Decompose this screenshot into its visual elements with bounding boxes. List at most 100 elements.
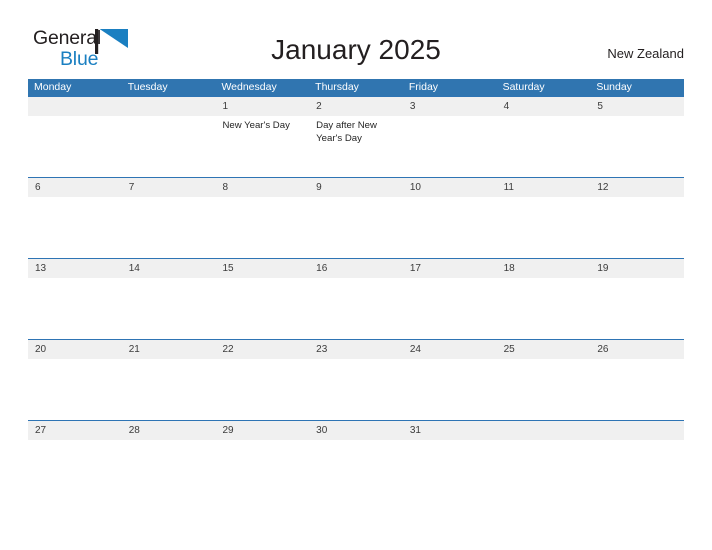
dow-sunday: Sunday [596, 81, 632, 93]
calendar-page: General Blue January 2025 New Zealand Mo… [0, 0, 712, 550]
day-events [403, 116, 497, 177]
day-number[interactable] [590, 421, 684, 440]
day-number[interactable]: 3 [403, 97, 497, 116]
day-events [28, 359, 122, 420]
day-events [122, 116, 216, 177]
day-number[interactable]: 12 [590, 178, 684, 197]
week-date-band: 6 7 8 9 10 11 12 [28, 178, 684, 197]
week-event-band [28, 359, 684, 420]
day-number[interactable]: 8 [215, 178, 309, 197]
day-events [309, 440, 403, 501]
day-events [122, 278, 216, 339]
day-number[interactable]: 30 [309, 421, 403, 440]
week-event-band [28, 197, 684, 258]
dow-thursday: Thursday [315, 81, 359, 93]
day-number[interactable]: 26 [590, 340, 684, 359]
day-number[interactable]: 13 [28, 259, 122, 278]
day-events [215, 278, 309, 339]
day-events [122, 359, 216, 420]
day-events [403, 359, 497, 420]
day-number[interactable]: 1 [215, 97, 309, 116]
day-number[interactable]: 6 [28, 178, 122, 197]
day-events [28, 440, 122, 501]
day-events [215, 359, 309, 420]
dow-saturday: Saturday [502, 81, 545, 93]
day-events [122, 440, 216, 501]
dow-tuesday: Tuesday [127, 81, 168, 93]
day-events [403, 440, 497, 501]
week-event-band [28, 440, 684, 501]
week-row: 6 7 8 9 10 11 12 [28, 177, 684, 258]
day-number[interactable]: 9 [309, 178, 403, 197]
day-events [497, 197, 591, 258]
week-row: 20 21 22 23 24 25 26 [28, 339, 684, 420]
day-events [309, 359, 403, 420]
day-number[interactable]: 15 [215, 259, 309, 278]
day-number[interactable]: 31 [403, 421, 497, 440]
day-of-week-header-row: Monday Tuesday Wednesday Thursday Friday… [28, 79, 684, 96]
day-number[interactable]: 14 [122, 259, 216, 278]
day-events [590, 359, 684, 420]
day-events [497, 359, 591, 420]
day-number[interactable]: 11 [497, 178, 591, 197]
week-date-band: 13 14 15 16 17 18 19 [28, 259, 684, 278]
week-date-band: 1 2 3 4 5 [28, 97, 684, 116]
day-number[interactable]: 19 [590, 259, 684, 278]
day-events [497, 278, 591, 339]
day-events [403, 278, 497, 339]
day-number[interactable]: 18 [497, 259, 591, 278]
day-events [590, 440, 684, 501]
day-number[interactable]: 23 [309, 340, 403, 359]
week-row: 27 28 29 30 31 [28, 420, 684, 501]
page-header: General Blue January 2025 New Zealand [0, 0, 712, 78]
day-events [590, 116, 684, 177]
dow-friday: Friday [408, 81, 439, 93]
day-number[interactable]: 5 [590, 97, 684, 116]
day-events [590, 197, 684, 258]
day-number[interactable]: 27 [28, 421, 122, 440]
holiday-label: New Year's Day [222, 120, 290, 131]
day-events [28, 116, 122, 177]
day-number[interactable]: 29 [215, 421, 309, 440]
day-number[interactable]: 21 [122, 340, 216, 359]
day-number[interactable]: 17 [403, 259, 497, 278]
day-events [590, 278, 684, 339]
day-events [215, 197, 309, 258]
week-event-band: New Year's Day Day after New Year's Day [28, 116, 684, 177]
day-number[interactable]: 28 [122, 421, 216, 440]
day-events: New Year's Day [215, 116, 309, 177]
day-number[interactable]: 25 [497, 340, 591, 359]
day-number[interactable]: 4 [497, 97, 591, 116]
day-number[interactable] [122, 97, 216, 116]
dow-monday: Monday [34, 81, 72, 93]
week-row: 1 2 3 4 5 New Year's Day Day after New Y… [28, 96, 684, 177]
day-events [215, 440, 309, 501]
day-events [403, 197, 497, 258]
day-events [309, 197, 403, 258]
day-events [497, 116, 591, 177]
day-events [122, 197, 216, 258]
dow-wednesday: Wednesday [221, 81, 277, 93]
country-label: New Zealand [607, 46, 684, 61]
day-number[interactable]: 7 [122, 178, 216, 197]
week-date-band: 27 28 29 30 31 [28, 421, 684, 440]
page-title: January 2025 [271, 34, 441, 65]
calendar-grid: Monday Tuesday Wednesday Thursday Friday… [28, 79, 684, 501]
day-events [309, 278, 403, 339]
week-event-band [28, 278, 684, 339]
day-events [497, 440, 591, 501]
day-number[interactable]: 22 [215, 340, 309, 359]
day-number[interactable]: 2 [309, 97, 403, 116]
week-date-band: 20 21 22 23 24 25 26 [28, 340, 684, 359]
holiday-label: Day after New Year's Day [316, 120, 377, 144]
day-number[interactable]: 20 [28, 340, 122, 359]
day-events [28, 278, 122, 339]
week-row: 13 14 15 16 17 18 19 [28, 258, 684, 339]
day-number[interactable] [497, 421, 591, 440]
day-number[interactable]: 24 [403, 340, 497, 359]
day-events: Day after New Year's Day [309, 116, 403, 177]
day-number[interactable]: 16 [309, 259, 403, 278]
day-number[interactable] [28, 97, 122, 116]
day-number[interactable]: 10 [403, 178, 497, 197]
day-events [28, 197, 122, 258]
